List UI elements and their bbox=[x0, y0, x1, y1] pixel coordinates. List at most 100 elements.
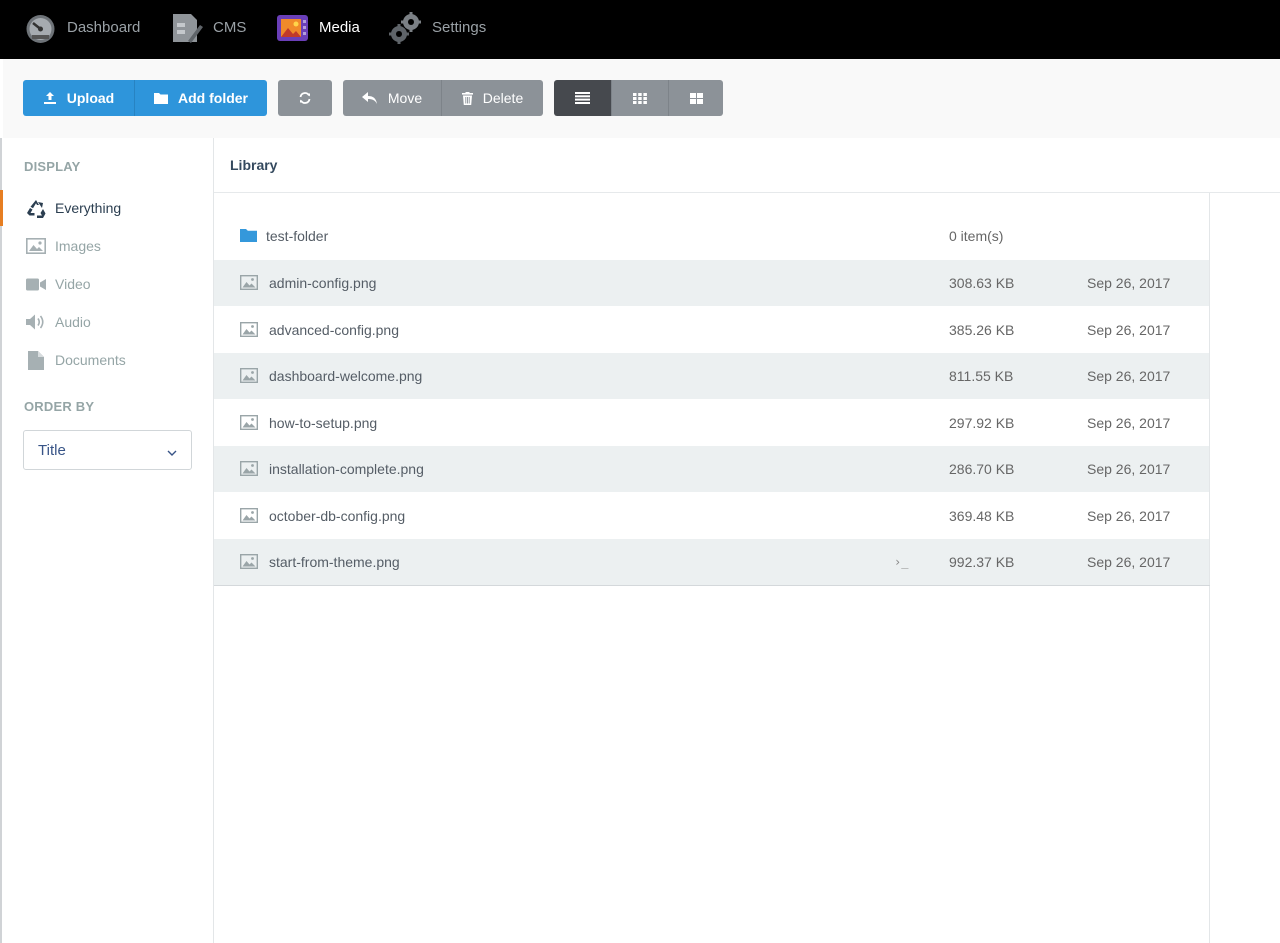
sidebar-item-label: Audio bbox=[55, 314, 91, 330]
nav-cms-label: CMS bbox=[213, 18, 247, 36]
trash-icon bbox=[461, 91, 473, 105]
image-file-icon bbox=[239, 507, 259, 524]
move-button[interactable]: Move bbox=[343, 80, 441, 116]
active-marker bbox=[0, 190, 3, 226]
sidebar-item-images[interactable]: Images bbox=[2, 228, 213, 264]
folder-item-count: 0 item(s) bbox=[949, 228, 1004, 244]
file-size: 297.92 KB bbox=[949, 415, 1015, 431]
chevron-down-icon bbox=[167, 444, 177, 462]
order-by-value: Title bbox=[38, 441, 66, 459]
grid-small-icon bbox=[633, 92, 647, 104]
file-name: october-db-config.png bbox=[269, 508, 406, 524]
cms-edit-icon bbox=[170, 11, 203, 44]
file-size: 286.70 KB bbox=[949, 461, 1015, 477]
nav-media-label: Media bbox=[319, 18, 360, 36]
document-icon bbox=[24, 348, 48, 372]
file-row[interactable]: dashboard-welcome.png 811.55 KB Sep 26, … bbox=[214, 353, 1209, 399]
recycle-icon bbox=[24, 196, 48, 220]
file-size: 385.26 KB bbox=[949, 322, 1015, 338]
delete-label: Delete bbox=[482, 90, 524, 106]
nav-dashboard-label: Dashboard bbox=[67, 18, 141, 36]
file-row[interactable]: advanced-config.png 385.26 KB Sep 26, 20… bbox=[214, 307, 1209, 353]
image-file-icon bbox=[239, 460, 259, 477]
sidebar-item-audio[interactable]: Audio bbox=[2, 304, 213, 340]
reply-arrow-icon bbox=[361, 92, 378, 104]
refresh-icon bbox=[298, 91, 312, 105]
image-file-icon bbox=[239, 274, 259, 291]
sidebar-item-label: Documents bbox=[55, 352, 126, 368]
file-name: how-to-setup.png bbox=[269, 415, 378, 431]
refresh-button[interactable] bbox=[278, 80, 332, 116]
top-navigation: Dashboard CMS Media Settings bbox=[0, 0, 1280, 59]
file-date: Sep 26, 2017 bbox=[1087, 275, 1171, 291]
file-date: Sep 26, 2017 bbox=[1087, 322, 1171, 338]
nav-settings-label: Settings bbox=[432, 18, 487, 36]
image-file-icon bbox=[239, 414, 259, 431]
nav-settings[interactable]: Settings bbox=[389, 0, 486, 54]
grid-small-view-button[interactable] bbox=[611, 80, 668, 116]
upload-label: Upload bbox=[66, 90, 115, 106]
image-icon bbox=[24, 234, 48, 258]
file-name: advanced-config.png bbox=[269, 322, 399, 338]
folder-icon bbox=[154, 92, 168, 104]
list-view-icon bbox=[575, 92, 590, 104]
add-folder-button[interactable]: Add folder bbox=[134, 80, 267, 116]
image-file-icon bbox=[239, 553, 259, 570]
nav-media[interactable]: Media bbox=[276, 0, 360, 54]
file-date: Sep 26, 2017 bbox=[1087, 461, 1171, 477]
delete-button[interactable]: Delete bbox=[441, 80, 543, 116]
speedometer-icon bbox=[24, 11, 57, 44]
nav-dashboard[interactable]: Dashboard bbox=[24, 0, 140, 54]
file-row[interactable]: october-db-config.png 369.48 KB Sep 26, … bbox=[214, 493, 1209, 539]
order-by-select[interactable]: Title bbox=[23, 430, 192, 470]
file-date: Sep 26, 2017 bbox=[1087, 415, 1171, 431]
upload-button[interactable]: Upload bbox=[23, 80, 134, 116]
file-size: 992.37 KB bbox=[949, 554, 1015, 570]
media-file-list: test-folder 0 item(s) admin-config.png 3… bbox=[214, 193, 1210, 943]
list-divider bbox=[214, 585, 1210, 586]
move-label: Move bbox=[387, 90, 423, 106]
speaker-icon bbox=[24, 310, 48, 334]
file-date: Sep 26, 2017 bbox=[1087, 508, 1171, 524]
media-sidebar: DISPLAY Everything Images Video Audio Do… bbox=[0, 138, 214, 943]
file-date: Sep 26, 2017 bbox=[1087, 554, 1171, 570]
video-camera-icon bbox=[24, 272, 48, 296]
grid-large-icon bbox=[689, 92, 703, 104]
file-name: admin-config.png bbox=[269, 275, 377, 291]
folder-row[interactable]: test-folder 0 item(s) bbox=[214, 213, 1209, 259]
file-size: 369.48 KB bbox=[949, 508, 1015, 524]
file-size: 308.63 KB bbox=[949, 275, 1015, 291]
add-folder-label: Add folder bbox=[178, 90, 248, 106]
gears-icon bbox=[389, 11, 422, 44]
file-row[interactable]: admin-config.png 308.63 KB Sep 26, 2017 bbox=[214, 260, 1209, 306]
file-row[interactable]: installation-complete.png 286.70 KB Sep … bbox=[214, 446, 1209, 492]
order-by-heading: ORDER BY bbox=[24, 399, 95, 414]
terminal-cursor-icon: ›_ bbox=[894, 555, 909, 569]
library-panel: Library test-folder 0 item(s) admin-conf… bbox=[214, 138, 1280, 943]
upload-icon bbox=[43, 91, 57, 105]
sidebar-item-label: Video bbox=[55, 276, 91, 292]
media-toolbar: Upload Add folder Move Delete bbox=[3, 59, 1280, 138]
sidebar-item-everything[interactable]: Everything bbox=[0, 190, 213, 226]
file-name: installation-complete.png bbox=[269, 461, 424, 477]
folder-icon bbox=[240, 228, 258, 244]
sidebar-item-label: Images bbox=[55, 238, 101, 254]
file-row[interactable]: how-to-setup.png 297.92 KB Sep 26, 2017 bbox=[214, 400, 1209, 446]
grid-large-view-button[interactable] bbox=[668, 80, 723, 116]
list-view-button[interactable] bbox=[554, 80, 611, 116]
sidebar-item-label: Everything bbox=[55, 200, 122, 216]
nav-cms[interactable]: CMS bbox=[170, 0, 246, 54]
file-name: dashboard-welcome.png bbox=[269, 368, 423, 384]
library-title: Library bbox=[230, 157, 278, 173]
media-gallery-icon bbox=[276, 11, 309, 44]
sidebar-item-video[interactable]: Video bbox=[2, 266, 213, 302]
sidebar-item-documents[interactable]: Documents bbox=[2, 342, 213, 378]
image-file-icon bbox=[239, 367, 259, 384]
file-date: Sep 26, 2017 bbox=[1087, 368, 1171, 384]
library-header: Library bbox=[214, 138, 1280, 193]
file-row[interactable]: start-from-theme.png ›_ 992.37 KB Sep 26… bbox=[214, 539, 1209, 585]
file-name: start-from-theme.png bbox=[269, 554, 400, 570]
display-heading: DISPLAY bbox=[24, 159, 81, 174]
folder-name: test-folder bbox=[266, 228, 329, 244]
image-file-icon bbox=[239, 321, 259, 338]
